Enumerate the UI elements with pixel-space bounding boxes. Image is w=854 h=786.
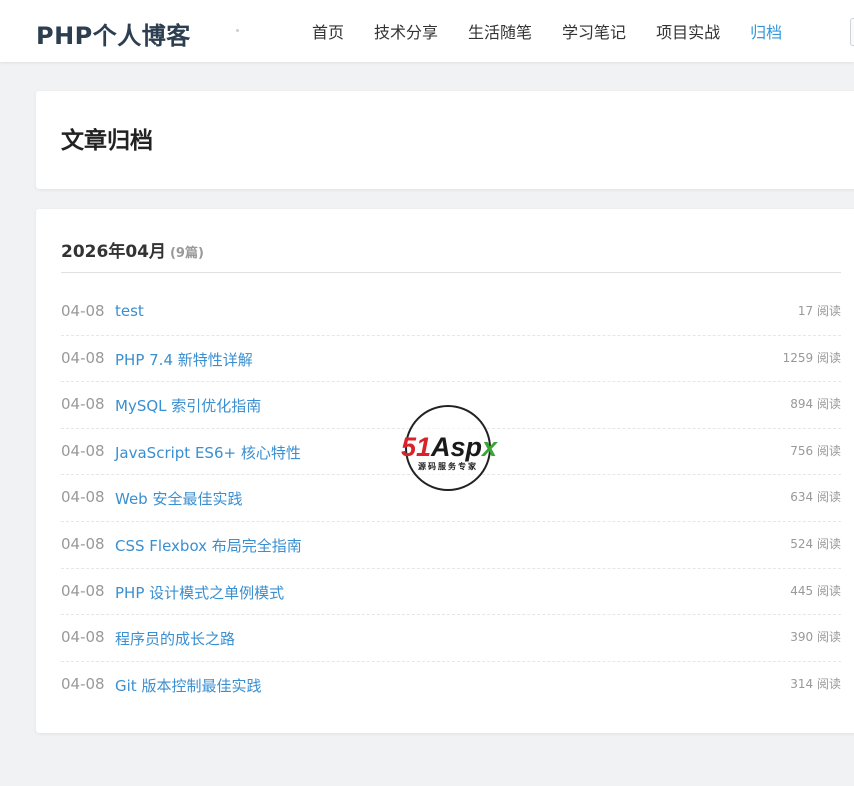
list-item: 04-08 test 17 阅读 <box>61 289 841 336</box>
nav-item-home[interactable]: 首页 <box>297 19 359 43</box>
post-title-link[interactable]: CSS Flexbox 布局完全指南 <box>115 535 302 556</box>
list-item: 04-08 PHP 7.4 新特性详解 1259 阅读 <box>61 336 841 383</box>
post-title-link[interactable]: Git 版本控制最佳实践 <box>115 675 261 696</box>
post-title-link[interactable]: MySQL 索引优化指南 <box>115 395 261 416</box>
post-views: 524 阅读 <box>790 536 841 551</box>
post-date: 04-08 <box>61 534 105 553</box>
list-item: 04-08 程序员的成长之路 390 阅读 <box>61 615 841 662</box>
nav-separator-dot <box>236 29 239 32</box>
archive-month-count: (9篇) <box>169 246 204 261</box>
site-header: PHP个人博客 首页 技术分享 生活随笔 学习笔记 项目实战 归档 <box>0 0 854 62</box>
post-views: 894 阅读 <box>790 397 841 412</box>
post-views: 634 阅读 <box>790 490 841 505</box>
post-title-link[interactable]: PHP 设计模式之单例模式 <box>115 582 284 603</box>
post-views: 756 阅读 <box>790 443 841 458</box>
main-nav: 首页 技术分享 生活随笔 学习笔记 项目实战 归档 <box>297 0 797 62</box>
post-title-link[interactable]: test <box>115 302 144 320</box>
post-title-link[interactable]: PHP 7.4 新特性详解 <box>115 349 253 370</box>
site-logo[interactable]: PHP个人博客 <box>36 16 191 51</box>
page-title: 文章归档 <box>61 128 153 154</box>
post-title-link[interactable]: Web 安全最佳实践 <box>115 488 242 509</box>
post-views: 445 阅读 <box>790 583 841 598</box>
archive-month-header: 2026年04月 (9篇) <box>61 237 841 273</box>
post-views: 314 阅读 <box>790 676 841 691</box>
post-date: 04-08 <box>61 488 105 507</box>
nav-item-tech[interactable]: 技术分享 <box>359 19 453 43</box>
archive-month-title: 2026年04月 <box>61 242 166 262</box>
list-item: 04-08 Git 版本控制最佳实践 314 阅读 <box>61 662 841 709</box>
post-date: 04-08 <box>61 395 105 414</box>
list-item: 04-08 PHP 设计模式之单例模式 445 阅读 <box>61 569 841 616</box>
post-date: 04-08 <box>61 302 105 320</box>
post-date: 04-08 <box>61 581 105 600</box>
post-title-link[interactable]: 程序员的成长之路 <box>115 628 235 649</box>
nav-item-study[interactable]: 学习笔记 <box>547 19 641 43</box>
post-views: 390 阅读 <box>790 630 841 645</box>
post-date: 04-08 <box>61 628 105 647</box>
post-views: 17 阅读 <box>797 304 841 318</box>
nav-item-archive[interactable]: 归档 <box>735 19 797 43</box>
post-date: 04-08 <box>61 441 105 460</box>
post-title-link[interactable]: JavaScript ES6+ 核心特性 <box>115 442 301 463</box>
nav-item-life[interactable]: 生活随笔 <box>453 19 547 43</box>
post-views: 1259 阅读 <box>782 350 841 365</box>
title-card: 文章归档 <box>36 91 854 189</box>
post-date: 04-08 <box>61 348 105 367</box>
header-search-box[interactable] <box>850 18 854 46</box>
archive-list: 04-08 test 17 阅读 04-08 PHP 7.4 新特性详解 125… <box>61 289 841 708</box>
list-item: 04-08 CSS Flexbox 布局完全指南 524 阅读 <box>61 522 841 569</box>
watermark-logo: 51Aspx 源码服务专家 <box>401 405 498 491</box>
post-date: 04-08 <box>61 674 105 693</box>
nav-item-projects[interactable]: 项目实战 <box>641 19 735 43</box>
watermark-brand: 51Aspx <box>401 432 498 462</box>
watermark-tagline: 源码服务专家 <box>418 461 478 471</box>
